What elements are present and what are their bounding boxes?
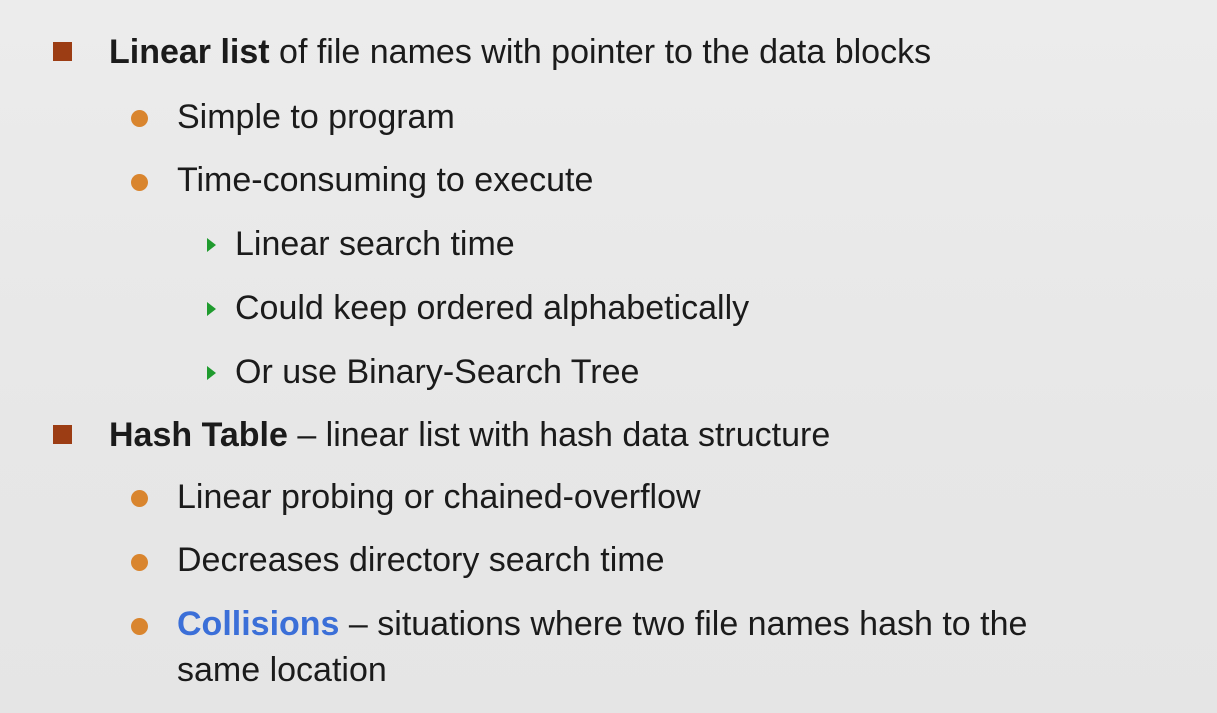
bullet-text: Linear search time <box>235 225 515 263</box>
circle-bullet-icon <box>131 110 148 127</box>
triangle-bullet-icon <box>207 302 216 316</box>
bullet-ordered-alphabetically: Could keep ordered alphabetically <box>235 288 749 328</box>
bullet-text: Linear probing or chained-overflow <box>177 478 701 516</box>
bullet-text: Simple to program <box>177 98 455 136</box>
bullet-collisions-continuation: same location <box>177 650 387 690</box>
bullet-text: – linear list with hash data structure <box>287 416 831 454</box>
bullet-collisions: Collisions – situations where two file n… <box>177 604 1027 644</box>
bullet-decreases-search-time: Decreases directory search time <box>177 540 665 580</box>
bullet-binary-search-tree: Or use Binary-Search Tree <box>235 352 639 392</box>
bullet-text: Or use Binary-Search Tree <box>235 353 640 391</box>
bullet-linear-list: Linear list of file names with pointer t… <box>109 32 931 72</box>
circle-bullet-icon <box>131 554 148 571</box>
bullet-text: Could keep ordered alphabetically <box>235 289 750 327</box>
bullet-hash-table: Hash Table – linear list with hash data … <box>109 415 830 455</box>
circle-bullet-icon <box>131 174 148 191</box>
bullet-text: Time-consuming to execute <box>177 161 594 199</box>
square-bullet-icon <box>53 42 72 61</box>
bullet-term: Linear list <box>109 33 270 71</box>
bullet-term: Hash Table <box>109 416 288 454</box>
bullet-text: of file names with pointer to the data b… <box>269 33 932 71</box>
bullet-simple-to-program: Simple to program <box>177 97 455 137</box>
bullet-time-consuming: Time-consuming to execute <box>177 160 593 200</box>
bullet-linear-probing: Linear probing or chained-overflow <box>177 477 701 517</box>
slide: Linear list of file names with pointer t… <box>0 0 1217 713</box>
triangle-bullet-icon <box>207 238 216 252</box>
triangle-bullet-icon <box>207 366 216 380</box>
square-bullet-icon <box>53 425 72 444</box>
circle-bullet-icon <box>131 618 148 635</box>
bullet-text: same location <box>177 651 387 689</box>
circle-bullet-icon <box>131 490 148 507</box>
highlight-term: Collisions <box>177 605 340 643</box>
bullet-linear-search-time: Linear search time <box>235 224 515 264</box>
bullet-text: Decreases directory search time <box>177 541 665 579</box>
bullet-text: – situations where two file names hash t… <box>339 605 1028 643</box>
